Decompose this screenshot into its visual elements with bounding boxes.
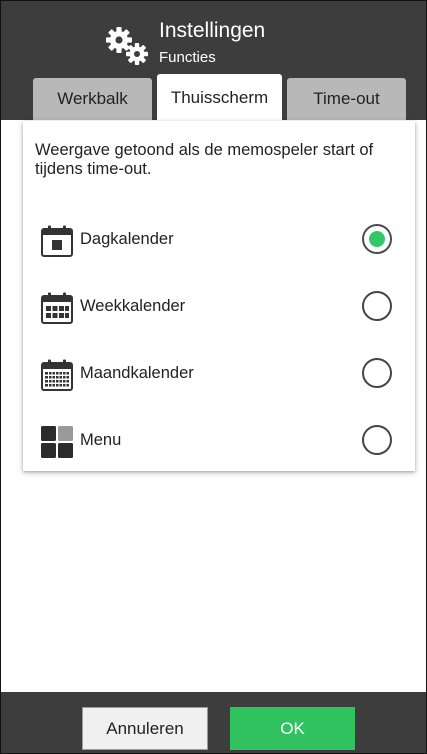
tab-thuisscherm[interactable]: Thuisscherm [157, 74, 282, 121]
settings-card: Weergave getoond als de memospeler start… [23, 121, 415, 471]
header: Instellingen Functies Werkbalk Thuissche… [1, 1, 426, 121]
description-text: Weergave getoond als de memospeler start… [35, 141, 374, 178]
radio-selected[interactable] [362, 224, 392, 254]
option-weekkalender[interactable]: Weekkalender [23, 279, 415, 335]
gears-icon [106, 27, 148, 65]
tab-label: Time-out [313, 89, 380, 108]
footer-bar: Annuleren OK [1, 692, 426, 753]
ok-button[interactable]: OK [230, 707, 355, 750]
radio-unselected[interactable] [362, 358, 392, 388]
radio-unselected[interactable] [362, 425, 392, 455]
app-window: Instellingen Functies Werkbalk Thuissche… [0, 0, 427, 754]
tab-label: Thuisscherm [170, 87, 269, 107]
tab-label: Werkbalk [57, 89, 128, 108]
cancel-button[interactable]: Annuleren [82, 707, 208, 750]
tab-time-out[interactable]: Time-out [287, 78, 406, 120]
option-dagkalender[interactable]: Dagkalender [23, 212, 415, 268]
tab-werkbalk[interactable]: Werkbalk [33, 78, 152, 120]
month-calendar-icon [41, 359, 73, 391]
title-row: Instellingen Functies [1, 13, 426, 69]
week-calendar-icon [41, 292, 73, 324]
page-subtitle: Functies [159, 49, 216, 66]
option-maandkalender[interactable]: Maandkalender [23, 346, 415, 402]
day-calendar-icon [41, 225, 73, 257]
option-label: Dagkalender [80, 230, 174, 248]
option-menu[interactable]: Menu [23, 413, 415, 469]
option-label: Menu [80, 431, 122, 449]
radio-unselected[interactable] [362, 291, 392, 321]
page-title: Instellingen [159, 19, 266, 42]
option-label: Weekkalender [80, 297, 186, 315]
option-label: Maandkalender [80, 364, 194, 382]
menu-grid-icon [41, 426, 73, 458]
